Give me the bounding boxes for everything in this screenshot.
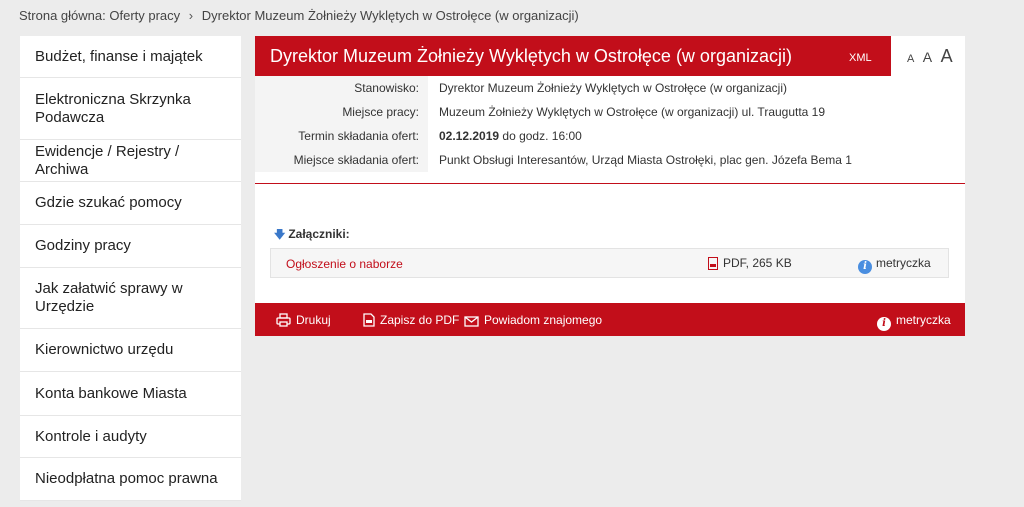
sidebar-item-management[interactable]: Kierownictwo urzędu: [20, 329, 241, 372]
sidebar-item-hours[interactable]: Godziny pracy: [20, 225, 241, 268]
metadata-button[interactable]: i metryczka: [877, 313, 951, 331]
sidebar-item-help[interactable]: Gdzie szukać pomocy: [20, 182, 241, 225]
detail-label: Miejsce składania ofert:: [255, 148, 428, 172]
envelope-icon: [464, 316, 479, 327]
print-label: Drukuj: [296, 313, 331, 327]
attachments-heading: 🡇 Załączniki:: [274, 226, 350, 245]
attachment-metadata-link[interactable]: i metryczka: [858, 256, 931, 274]
sidebar-item-label: Gdzie szukać pomocy: [35, 194, 182, 211]
pdf-icon: [363, 313, 375, 327]
sidebar-item-audits[interactable]: Kontrole i audyty: [20, 416, 241, 458]
deadline-time: do godz. 16:00: [502, 129, 582, 143]
metadata-label: metryczka: [896, 313, 951, 327]
sidebar-item-label: Elektroniczna Skrzynka Podawcza: [35, 90, 191, 126]
breadcrumb-separator: ›: [188, 8, 194, 23]
notify-friend-label: Powiadom znajomego: [484, 313, 603, 327]
detail-value: Dyrektor Muzeum Żołnieży Wyklętych w Ost…: [439, 81, 787, 95]
sidebar-item-label: Jak załatwić sprawy w Urzędzie: [35, 280, 183, 315]
detail-row-submission: Miejsce składania ofert: Punkt Obsługi I…: [255, 148, 965, 172]
sidebar-item-registers[interactable]: Ewidencje / Rejestry / Archiwa: [20, 140, 241, 182]
sidebar-menu: Budżet, finanse i majątek Elektroniczna …: [20, 36, 241, 501]
detail-value: Muzeum Żołnieży Wyklętych w Ostrołęce (w…: [439, 105, 826, 119]
breadcrumb-current: Dyrektor Muzeum Żołnieży Wyklętych w Ost…: [201, 8, 579, 23]
sidebar-item-label: Budżet, finanse i majątek: [35, 47, 203, 65]
detail-row-position: Stanowisko: Dyrektor Muzeum Żołnieży Wyk…: [255, 76, 965, 100]
font-size-switcher: A A A: [907, 46, 957, 67]
offer-details: Stanowisko: Dyrektor Muzeum Żołnieży Wyk…: [255, 76, 965, 172]
print-button[interactable]: Drukuj: [276, 313, 331, 327]
divider: [255, 183, 965, 184]
info-icon: i: [858, 260, 872, 274]
attachment-link[interactable]: Ogłoszenie o naborze: [286, 257, 403, 271]
breadcrumb-section-link[interactable]: Oferty pracy: [109, 8, 180, 23]
attachment-format: PDF, 265 KB: [708, 256, 792, 270]
sidebar-item-label: Kierownictwo urzędu: [35, 341, 174, 358]
detail-label: Stanowisko:: [255, 76, 428, 100]
notify-friend-button[interactable]: Powiadom znajomego: [464, 313, 602, 327]
deadline-date: 02.12.2019: [439, 129, 500, 143]
font-size-medium-button[interactable]: A: [923, 49, 932, 65]
detail-value: 02.12.2019 do godz. 16:00: [428, 124, 582, 148]
save-pdf-label: Zapisz do PDF: [380, 313, 460, 327]
arrow-down-icon: 🡇: [274, 229, 286, 241]
sidebar-item-esp[interactable]: Elektroniczna Skrzynka Podawcza: [20, 78, 241, 140]
sidebar-item-legal-aid[interactable]: Nieodpłatna pomoc prawna: [20, 458, 241, 501]
job-offer-panel: Dyrektor Muzeum Żołnieży Wyklętych w Ost…: [255, 36, 965, 336]
detail-value: Punkt Obsługi Interesantów, Urząd Miasta…: [439, 153, 852, 167]
sidebar-item-label: Godziny pracy: [35, 237, 131, 254]
title-bar: Dyrektor Muzeum Żołnieży Wyklętych w Ost…: [255, 36, 891, 76]
attachment-metadata-label: metryczka: [876, 256, 931, 270]
detail-row-deadline: Termin składania ofert: 02.12.2019 do go…: [255, 124, 965, 148]
font-size-small-button[interactable]: A: [907, 53, 914, 65]
breadcrumb: Strona główna: Oferty pracy › Dyrektor M…: [19, 8, 579, 24]
attachments-heading-label: Załączniki:: [288, 227, 350, 241]
page-title: Dyrektor Muzeum Żołnieży Wyklętych w Ost…: [270, 46, 792, 66]
sidebar-item-label: Kontrole i audyty: [35, 427, 147, 445]
sidebar-item-budget[interactable]: Budżet, finanse i majątek: [20, 36, 241, 78]
printer-icon: [276, 313, 291, 327]
sidebar-item-label: Nieodpłatna pomoc prawna: [35, 470, 218, 487]
xml-link[interactable]: XML: [849, 52, 872, 64]
attachment-row: Ogłoszenie o naborze PDF, 265 KB i metryc…: [270, 248, 949, 278]
detail-row-workplace: Miejsce pracy: Muzeum Żołnieży Wyklętych…: [255, 100, 965, 124]
sidebar-item-label: Konta bankowe Miasta: [35, 384, 187, 402]
sidebar-item-procedures[interactable]: Jak załatwić sprawy w Urzędzie: [20, 268, 241, 329]
attachment-format-label: PDF, 265 KB: [723, 256, 792, 270]
sidebar-item-label: Ewidencje / Rejestry / Archiwa: [35, 142, 180, 178]
sidebar-item-bank-accounts[interactable]: Konta bankowe Miasta: [20, 372, 241, 416]
detail-label: Termin składania ofert:: [255, 124, 428, 148]
font-size-large-button[interactable]: A: [941, 46, 953, 67]
save-pdf-button[interactable]: Zapisz do PDF: [363, 313, 459, 327]
detail-label: Miejsce pracy:: [255, 100, 428, 124]
breadcrumb-home-link[interactable]: Strona główna:: [19, 8, 106, 23]
pdf-file-icon: [708, 257, 718, 270]
info-icon: i: [877, 317, 891, 331]
action-bar: Drukuj Zapisz do PDF Powiadom znajomego …: [255, 303, 965, 336]
